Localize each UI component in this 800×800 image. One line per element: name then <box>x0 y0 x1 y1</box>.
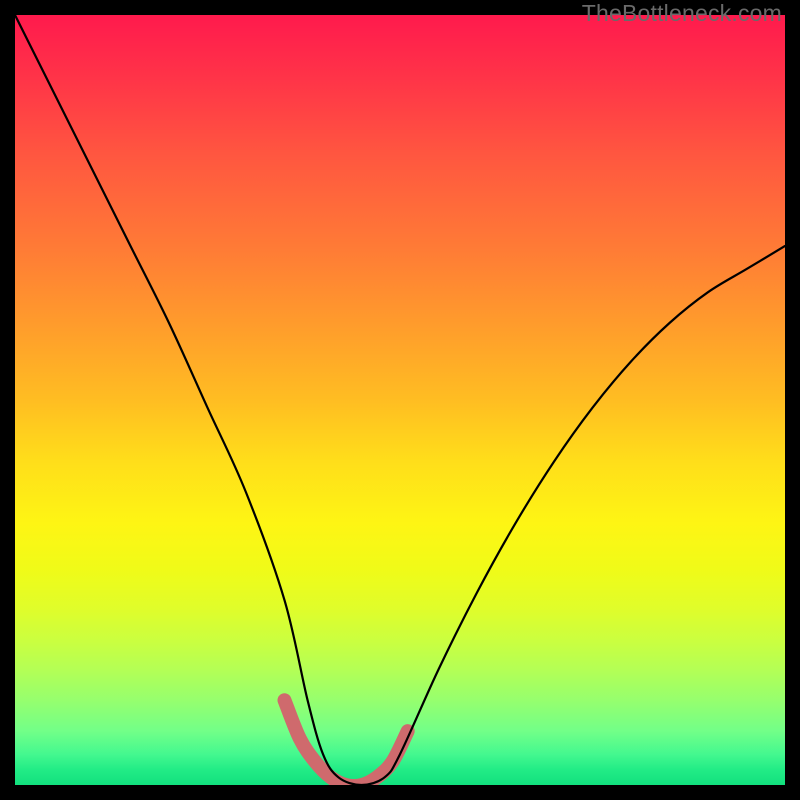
chart-plot-area <box>15 15 785 785</box>
bottleneck-curve-path <box>15 15 785 785</box>
watermark-text: TheBottleneck.com <box>582 0 782 27</box>
bottleneck-region-path <box>285 700 408 785</box>
chart-frame: TheBottleneck.com <box>0 0 800 800</box>
chart-curves <box>15 15 785 785</box>
